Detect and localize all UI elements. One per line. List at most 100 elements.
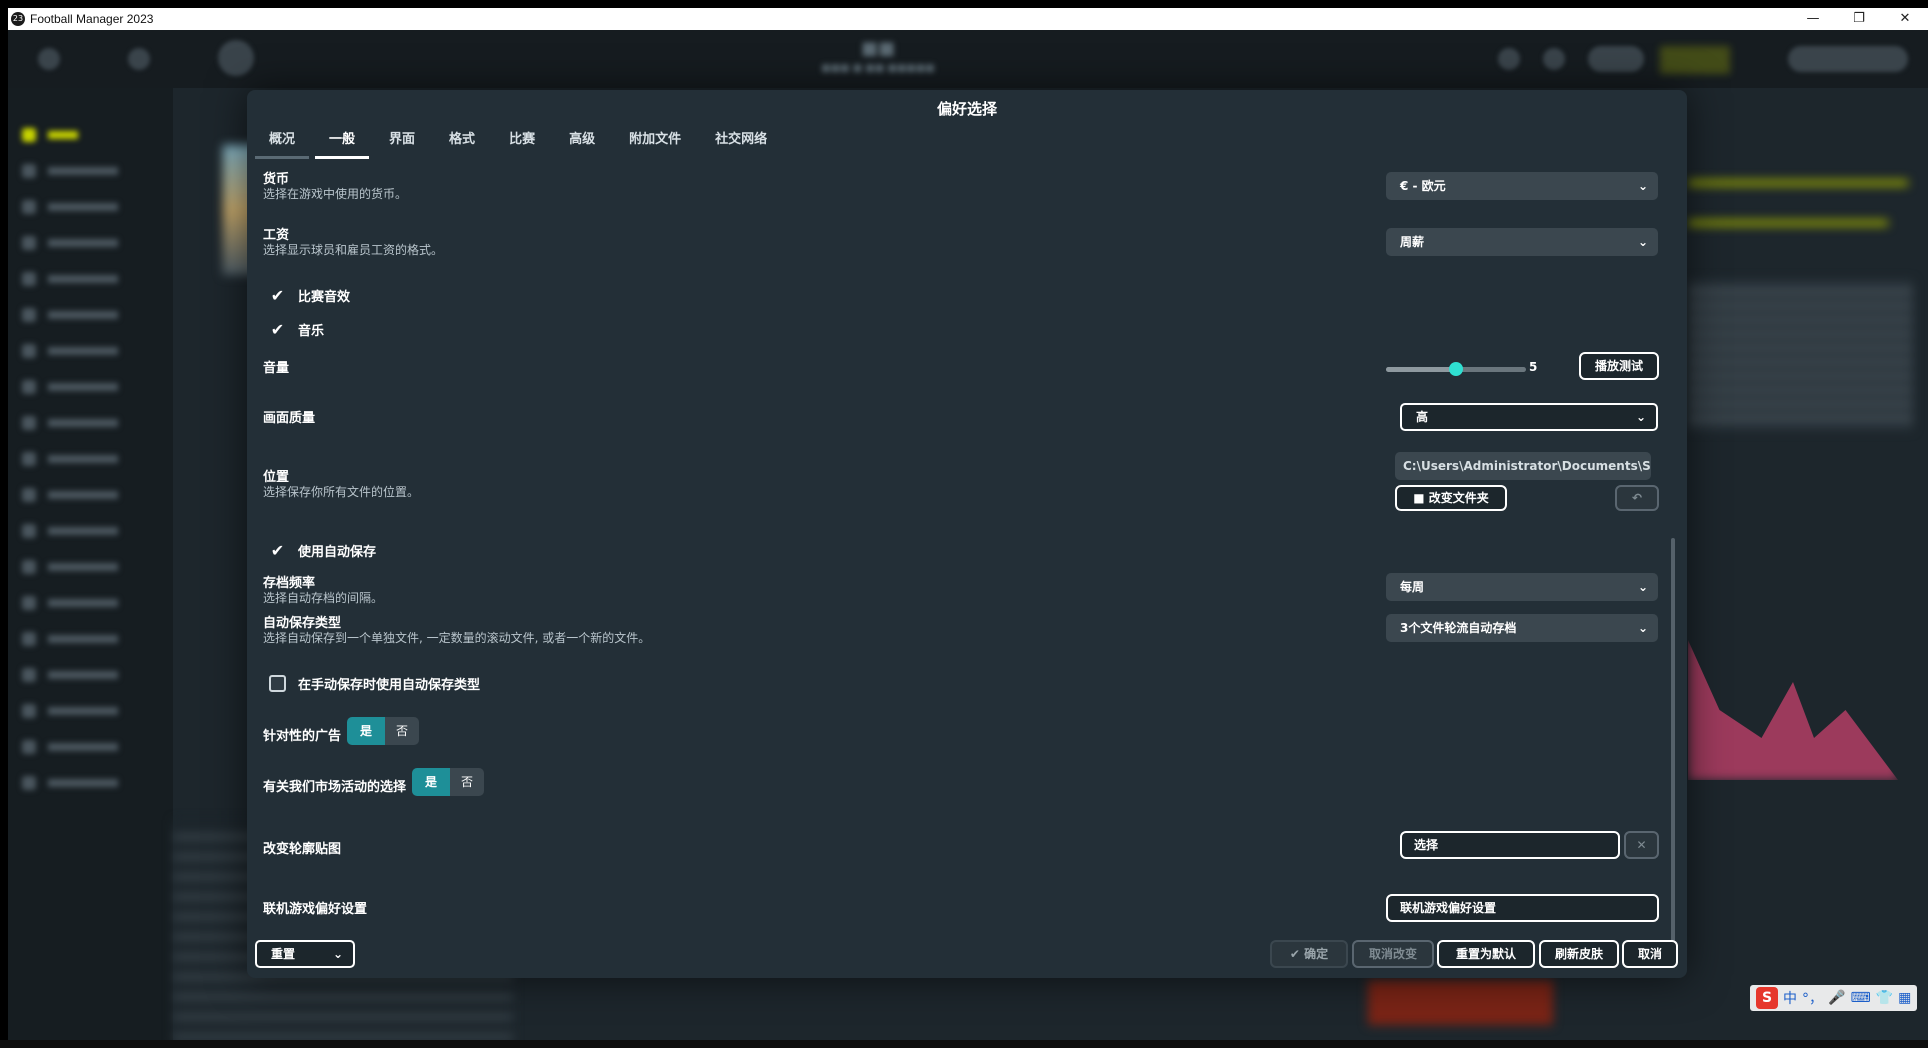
autosave-type-value: 3个文件轮流自动存档 <box>1400 621 1517 635</box>
tab-match[interactable]: 比赛 <box>495 128 549 159</box>
manual-autosave-checkbox[interactable]: 在手动保存时使用自动保存类型 <box>269 674 480 693</box>
chevron-down-icon: ⌄ <box>1637 580 1648 594</box>
preferences-dialog: 偏好选择 概况 一般 界面 格式 比赛 高级 附加文件 社交网络 货币 选择在游… <box>247 90 1687 978</box>
cancel-changes-button[interactable]: 取消改变 <box>1352 940 1434 968</box>
targeted-ads-no[interactable]: 否 <box>385 717 419 745</box>
cancel-button[interactable]: 取消 <box>1622 940 1678 968</box>
sidebar-item <box>22 200 132 214</box>
general-settings: 货币 选择在游戏中使用的货币。 € - 欧元 ⌄ 工资 选择显示球员和雇员工资的… <box>247 160 1687 1010</box>
location-path: C:\Users\Administrator\Documents\Spo... <box>1395 452 1651 480</box>
save-frequency-select[interactable]: 每周 ⌄ <box>1386 573 1658 601</box>
save-frequency-value: 每周 <box>1400 580 1425 594</box>
online-preferences-button[interactable]: 联机游戏偏好设置 <box>1386 894 1659 922</box>
online-label: 联机游戏偏好设置 <box>263 902 368 917</box>
sidebar-item <box>22 560 132 574</box>
ime-language[interactable]: 中 <box>1783 988 1797 1008</box>
continue-button <box>1788 46 1908 72</box>
reset-dropdown[interactable]: 重置 ⌄ <box>255 940 355 968</box>
autosave-checkbox[interactable]: ✔ 使用自动保存 <box>269 541 376 560</box>
sidebar-item <box>22 128 132 142</box>
currency-select[interactable]: € - 欧元 ⌄ <box>1386 172 1658 200</box>
sidebar-item <box>22 380 132 394</box>
targeted-ads-toggle[interactable]: 是 否 <box>347 717 419 745</box>
help-icon <box>1498 48 1520 70</box>
tab-general[interactable]: 一般 <box>315 128 370 159</box>
undo-icon: ↶ <box>1631 491 1643 505</box>
volume-label: 音量 <box>263 361 290 376</box>
marketing-toggle[interactable]: 是 否 <box>412 768 484 796</box>
undo-button[interactable]: ↶ <box>1615 485 1659 511</box>
match-sound-checkbox[interactable]: ✔ 比赛音效 <box>269 286 350 305</box>
app-icon: 23 <box>11 12 25 26</box>
wages-value: 周薪 <box>1400 235 1425 249</box>
volume-slider-handle[interactable] <box>1449 362 1463 376</box>
marketing-label: 有关我们市场活动的选择 <box>263 780 407 795</box>
window-titlebar: 23 Football Manager 2023 — ❐ ✕ <box>8 8 1928 30</box>
content-scrollbar[interactable] <box>1671 538 1675 958</box>
ime-punctuation-icon[interactable]: °， <box>1802 988 1823 1008</box>
settings-icon <box>1543 48 1565 70</box>
check-icon: ✔ <box>1289 947 1305 961</box>
marketing-no[interactable]: 否 <box>450 768 484 796</box>
minimize-button[interactable]: — <box>1790 8 1836 30</box>
marketing-yes[interactable]: 是 <box>412 768 450 796</box>
reset-default-button[interactable]: 重置为默认 <box>1437 940 1535 968</box>
sidebar-item <box>22 596 132 610</box>
news-highlight <box>1688 180 1908 186</box>
ime-logo-icon[interactable]: S <box>1756 987 1778 1009</box>
tab-add-ons[interactable]: 附加文件 <box>615 128 695 159</box>
sidebar-item <box>22 776 132 790</box>
microphone-icon[interactable]: 🎤 <box>1828 990 1845 1006</box>
currency-value: € - 欧元 <box>1400 179 1446 193</box>
change-folder-label: 改变文件夹 <box>1428 491 1489 505</box>
sidebar-item <box>22 668 132 682</box>
close-window-button[interactable]: ✕ <box>1882 8 1928 30</box>
clear-skin-button[interactable]: ✕ <box>1624 831 1659 859</box>
back-icon <box>38 48 60 70</box>
ime-toolbar[interactable]: S 中 °， 🎤 ⌨ 👕 ▦ <box>1750 985 1918 1011</box>
play-test-button[interactable]: 播放测试 <box>1579 352 1659 380</box>
volume-slider[interactable] <box>1386 362 1526 376</box>
checkbox-empty-icon <box>269 675 286 692</box>
skin-icon[interactable]: 👕 <box>1876 990 1893 1006</box>
reset-value: 重置 <box>271 947 296 961</box>
wages-select[interactable]: 周薪 ⌄ <box>1386 228 1658 256</box>
chevron-down-icon: ⌄ <box>332 947 343 961</box>
toggle-pill <box>1588 46 1644 72</box>
grid-icon[interactable]: ▦ <box>1898 990 1911 1006</box>
chevron-down-icon: ⌄ <box>1637 235 1648 249</box>
skin-select-button[interactable]: 选择 <box>1400 831 1620 859</box>
refresh-skin-button[interactable]: 刷新皮肤 <box>1539 940 1619 968</box>
autosave-type-select[interactable]: 3个文件轮流自动存档 ⌄ <box>1386 614 1658 642</box>
background-title: ■■ ■■■ ■ ■■ ■■■■■ <box>821 38 935 74</box>
maximize-button[interactable]: ❐ <box>1836 8 1882 30</box>
sidebar-item <box>22 164 132 178</box>
tab-format[interactable]: 格式 <box>435 128 489 159</box>
keyboard-icon[interactable]: ⌨ <box>1850 990 1870 1006</box>
checkmark-icon: ✔ <box>270 541 285 560</box>
volume-value: 5 <box>1529 360 1538 374</box>
match-sound-label: 比赛音效 <box>298 290 351 305</box>
tab-interface[interactable]: 界面 <box>375 128 429 159</box>
confirm-label: 确定 <box>1304 947 1329 961</box>
change-folder-button[interactable]: ■ 改变文件夹 <box>1395 485 1507 511</box>
graphics-value: 高 <box>1416 410 1429 424</box>
targeted-ads-yes[interactable]: 是 <box>347 717 385 745</box>
close-icon: ✕ <box>1636 838 1647 852</box>
tab-overview[interactable]: 概况 <box>255 128 310 159</box>
window-title: Football Manager 2023 <box>30 12 154 26</box>
tab-social[interactable]: 社交网络 <box>701 128 781 159</box>
tab-advanced[interactable]: 高级 <box>555 128 609 159</box>
chevron-down-icon: ⌄ <box>1637 621 1648 635</box>
sidebar-item <box>22 416 132 430</box>
confirm-button[interactable]: ✔ 确定 <box>1270 940 1348 968</box>
music-checkbox[interactable]: ✔ 音乐 <box>269 320 324 339</box>
graphics-quality-select[interactable]: 高 ⌄ <box>1400 403 1658 431</box>
date-badge <box>1660 46 1730 74</box>
tab-bar: 概况 一般 界面 格式 比赛 高级 附加文件 社交网络 <box>255 128 787 159</box>
sidebar-item <box>22 272 132 286</box>
graphics-label: 画面质量 <box>263 411 316 426</box>
club-crest-icon <box>218 40 254 76</box>
background-chart <box>1688 640 1898 780</box>
skin-label: 改变轮廓贴图 <box>263 842 342 857</box>
